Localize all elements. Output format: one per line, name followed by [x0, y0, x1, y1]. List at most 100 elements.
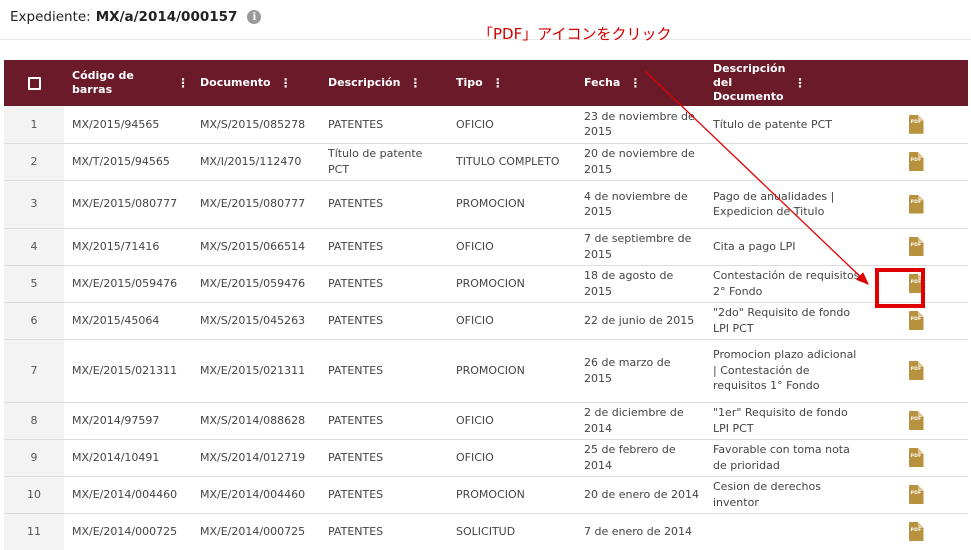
pdf-icon[interactable]: PDF: [908, 485, 924, 504]
cell-descripcion-documento: Cita a pago LPI: [713, 239, 796, 253]
column-label: Descripción del Documento: [713, 62, 786, 103]
cell-codigo: MX/2015/45064: [72, 313, 160, 327]
cell-descripcion-documento: Título de patente PCT: [713, 117, 832, 131]
row-number: 5: [4, 265, 64, 302]
column-menu-icon[interactable]: ⋮: [794, 76, 806, 90]
column-label: Tipo: [456, 76, 483, 89]
table-row[interactable]: 1 MX/2015/94565 MX/S/2015/085278 PATENTES OF…: [4, 106, 968, 143]
pdf-icon-label: PDF: [910, 200, 922, 205]
table-row[interactable]: 9 MX/2014/10491 MX/S/2014/012719 PATENTES OF…: [4, 439, 968, 476]
cell-fecha: 7 de septiembre de 2015: [584, 232, 692, 261]
column-menu-icon[interactable]: ⋮: [492, 76, 504, 90]
column-header-descripcion-documento[interactable]: Descripción del Documento ⋮: [705, 60, 864, 106]
pdf-icon[interactable]: PDF: [908, 274, 924, 293]
cell-codigo: MX/E/2015/059476: [72, 276, 178, 290]
cell-pdf: PDF: [864, 439, 968, 476]
select-all-checkbox[interactable]: [27, 76, 41, 90]
cell-descripcion-documento: Promocion plazo adicional | Contestación…: [713, 348, 857, 393]
column-header-tipo[interactable]: Tipo ⋮: [448, 60, 576, 106]
cell-tipo: PROMOCION: [456, 276, 525, 290]
column-menu-icon[interactable]: ⋮: [280, 76, 292, 90]
pdf-icon[interactable]: PDF: [908, 361, 924, 380]
cell-descripcion: PATENTES: [328, 363, 384, 377]
cell-pdf: PDF: [864, 513, 968, 550]
table-row[interactable]: 8 MX/2014/97597 MX/S/2014/088628 PATENTES OF…: [4, 402, 968, 439]
cell-documento: MX/S/2015/045263: [200, 313, 306, 327]
cell-documento: MX/S/2015/066514: [200, 239, 306, 253]
row-number: 8: [4, 402, 64, 439]
pdf-icon[interactable]: PDF: [908, 411, 924, 430]
expediente-label: Expediente:: [10, 9, 91, 25]
cell-tipo: OFICIO: [456, 313, 494, 327]
pdf-icon-label: PDF: [910, 527, 922, 533]
column-label: Descripción: [328, 76, 401, 89]
cell-codigo: MX/T/2015/94565: [72, 154, 170, 168]
pdf-icon[interactable]: PDF: [908, 237, 924, 256]
cell-tipo: PROMOCION: [456, 363, 525, 377]
cell-descripcion-documento: Contestación de requisitos 2° Fondo: [713, 269, 860, 298]
cell-pdf: PDF: [864, 265, 968, 302]
cell-descripcion-documento: Pago de anualidades | Expedicion de Titu…: [713, 189, 835, 219]
pdf-icon[interactable]: PDF: [908, 311, 924, 330]
pdf-icon[interactable]: PDF: [908, 114, 924, 134]
info-icon[interactable]: i: [247, 10, 262, 24]
cell-descripcion-documento: "1er" Requisito de fondo LPI PCT: [713, 406, 848, 435]
row-number: 3: [4, 180, 64, 228]
cell-documento: MX/S/2014/088628: [200, 413, 306, 427]
cell-pdf: PDF: [864, 339, 968, 402]
cell-codigo: MX/E/2014/000725: [72, 524, 178, 538]
annotation-text: 「PDF」アイコンをクリック: [478, 25, 672, 43]
pdf-icon[interactable]: PDF: [908, 194, 924, 214]
pdf-icon-label: PDF: [910, 366, 922, 372]
cell-descripcion-documento: [705, 513, 864, 550]
column-header-fecha[interactable]: Fecha ⋮: [576, 60, 705, 106]
cell-codigo: MX/E/2014/004460: [72, 487, 178, 501]
table-row[interactable]: 10 MX/E/2014/004460 MX/E/2014/004460 PATENT…: [4, 476, 968, 513]
cell-fecha: 20 de enero de 2014: [584, 487, 699, 501]
pdf-icon[interactable]: PDF: [908, 522, 924, 541]
cell-fecha: 26 de marzo de 2015: [584, 356, 671, 385]
table-row[interactable]: 5 MX/E/2015/059476 MX/E/2015/059476 PATENTE…: [4, 265, 968, 302]
column-menu-icon[interactable]: ⋮: [629, 76, 641, 90]
pdf-icon-label: PDF: [910, 316, 922, 322]
row-number: 7: [4, 339, 64, 402]
column-label: Fecha: [584, 76, 621, 89]
column-header-codigo[interactable]: Código de barras ⋮: [64, 60, 192, 106]
cell-fecha: 25 de febrero de 2014: [584, 443, 676, 472]
cell-codigo: MX/2015/71416: [72, 239, 160, 253]
pdf-icon-label: PDF: [910, 490, 922, 496]
table-row[interactable]: 6 MX/2015/45064 MX/S/2015/045263 PATENTES OF…: [4, 302, 968, 339]
cell-fecha: 22 de junio de 2015: [584, 313, 695, 327]
table-header-row: Código de barras ⋮ Documento ⋮ Descripción…: [4, 60, 968, 106]
pdf-icon[interactable]: PDF: [908, 152, 924, 171]
table-row[interactable]: 4 MX/2015/71416 MX/S/2015/066514 PATENTES OF…: [4, 228, 968, 265]
cell-pdf: PDF: [864, 143, 968, 180]
cell-pdf: PDF: [864, 476, 968, 513]
row-number: 11: [4, 513, 64, 550]
table-row[interactable]: 7 MX/E/2015/021311 MX/E/2015/021311 PATENTE…: [4, 339, 968, 402]
table-row[interactable]: 2 MX/T/2015/94565 MX/I/2015/112470 Título d…: [4, 143, 968, 180]
cell-tipo: SOLICITUD: [456, 524, 516, 538]
column-menu-icon[interactable]: ⋮: [409, 76, 421, 90]
cell-descripcion-documento: Cesion de derechos inventor: [713, 480, 821, 509]
row-number: 4: [4, 228, 64, 265]
documents-table: Código de barras ⋮ Documento ⋮ Descripción…: [4, 60, 968, 550]
cell-pdf: PDF: [864, 180, 968, 228]
column-header-documento[interactable]: Documento ⋮: [192, 60, 320, 106]
cell-documento: MX/S/2014/012719: [200, 450, 306, 464]
table-row[interactable]: 11 MX/E/2014/000725 MX/E/2014/000725 PATENT…: [4, 513, 968, 550]
select-all-column: [4, 60, 64, 106]
cell-documento: MX/E/2014/004460: [200, 487, 306, 501]
table-row[interactable]: 3 MX/E/2015/080777 MX/E/2015/080777 PATENTE…: [4, 180, 968, 228]
cell-documento: MX/I/2015/112470: [200, 154, 302, 168]
pdf-icon[interactable]: PDF: [908, 448, 924, 467]
column-menu-icon[interactable]: ⋮: [177, 76, 189, 90]
cell-documento: MX/E/2015/021311: [200, 363, 306, 377]
cell-tipo: OFICIO: [456, 450, 494, 464]
cell-descripcion: PATENTES: [328, 117, 384, 131]
cell-codigo: MX/E/2015/021311: [72, 363, 178, 377]
cell-descripcion: PATENTES: [328, 239, 384, 253]
cell-descripcion-documento: Favorable con toma nota de prioridad: [713, 443, 850, 472]
column-header-descripcion[interactable]: Descripción ⋮: [320, 60, 448, 106]
cell-descripcion: PATENTES: [328, 450, 384, 464]
